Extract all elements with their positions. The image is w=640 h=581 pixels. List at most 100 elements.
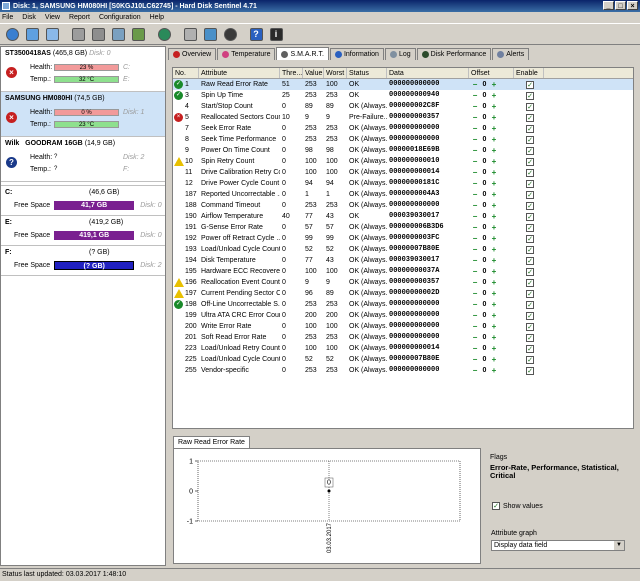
- offset-minus-button[interactable]: −: [471, 91, 479, 100]
- offset-value[interactable]: 0: [480, 211, 489, 222]
- table-row[interactable]: 223 Load/Unload Retry Count 0 100 100 OK (Alw…: [173, 343, 633, 354]
- offset-plus-button[interactable]: +: [490, 278, 498, 287]
- enable-checkbox[interactable]: ✓: [526, 135, 534, 144]
- offset-minus-button[interactable]: −: [471, 256, 479, 265]
- test-button[interactable]: [69, 25, 87, 43]
- volume-c[interactable]: C: (46,6 GB) Free Space 41,7 GB Disk: 0: [1, 186, 165, 216]
- enable-checkbox[interactable]: ✓: [526, 179, 534, 188]
- disk-entry-0[interactable]: ST3500418AS (465,8 GB) Disk: 0 × Health:…: [1, 47, 165, 92]
- offset-value[interactable]: 0: [480, 156, 489, 167]
- info-button[interactable]: i: [267, 25, 285, 43]
- offset-value[interactable]: 0: [480, 90, 489, 101]
- table-row[interactable]: 12 Drive Power Cycle Count 0 94 94 OK (Always…: [173, 178, 633, 189]
- enable-checkbox[interactable]: ✓: [526, 322, 534, 331]
- offset-value[interactable]: 0: [480, 266, 489, 277]
- enable-checkbox[interactable]: ✓: [526, 245, 534, 254]
- table-row[interactable]: 195 Hardware ECC Recovered 0 100 100 OK (Alwa…: [173, 266, 633, 277]
- table-row[interactable]: 9Power On Time Count09898OK (Always...00…: [173, 145, 633, 156]
- table-row[interactable]: 194Disk Temperature07743OK (Always...000…: [173, 255, 633, 266]
- col-attribute[interactable]: Attribute: [199, 68, 280, 78]
- offset-minus-button[interactable]: −: [471, 80, 479, 89]
- offset-value[interactable]: 0: [480, 332, 489, 343]
- help-button[interactable]: ?: [247, 25, 265, 43]
- offset-plus-button[interactable]: +: [490, 322, 498, 331]
- enable-checkbox[interactable]: ✓: [526, 91, 534, 100]
- offset-minus-button[interactable]: −: [471, 146, 479, 155]
- col-threshold[interactable]: Thre...: [280, 68, 303, 78]
- enable-checkbox[interactable]: ✓: [526, 289, 534, 298]
- col-value[interactable]: Value: [303, 68, 324, 78]
- offset-value[interactable]: 0: [480, 365, 489, 376]
- offset-plus-button[interactable]: +: [490, 190, 498, 199]
- offset-plus-button[interactable]: +: [490, 212, 498, 221]
- offset-minus-button[interactable]: −: [471, 124, 479, 133]
- offset-plus-button[interactable]: +: [490, 179, 498, 188]
- offset-value[interactable]: 0: [480, 354, 489, 365]
- tab-information[interactable]: Information: [329, 48, 384, 60]
- enable-checkbox[interactable]: ✓: [526, 311, 534, 320]
- tools-button[interactable]: [89, 25, 107, 43]
- offset-minus-button[interactable]: −: [471, 289, 479, 298]
- table-row[interactable]: 10Spin Retry Count0100100OK (Always...00…: [173, 156, 633, 167]
- offset-plus-button[interactable]: +: [490, 234, 498, 243]
- table-row[interactable]: 4Start/Stop Count08989OK (Always...00000…: [173, 101, 633, 112]
- offset-value[interactable]: 0: [480, 255, 489, 266]
- show-values-checkbox[interactable]: ✓ Show values: [492, 502, 543, 510]
- offset-value[interactable]: 0: [480, 244, 489, 255]
- offset-value[interactable]: 0: [480, 134, 489, 145]
- tab-log[interactable]: Log: [384, 48, 416, 60]
- table-row[interactable]: 188Command Timeout0253253OK (Always...00…: [173, 200, 633, 211]
- col-status[interactable]: Status: [347, 68, 387, 78]
- tab-disk-performance[interactable]: Disk Performance: [416, 48, 492, 60]
- offset-plus-button[interactable]: +: [490, 267, 498, 276]
- table-row[interactable]: 199 Ultra ATA CRC Error Count 0 200 200 OK (A…: [173, 310, 633, 321]
- table-row[interactable]: 193 Load/Unload Cycle Count 0 52 52 OK (Alway…: [173, 244, 633, 255]
- enable-checkbox[interactable]: ✓: [526, 256, 534, 265]
- offset-minus-button[interactable]: −: [471, 311, 479, 320]
- offset-plus-button[interactable]: +: [490, 201, 498, 210]
- offset-value[interactable]: 0: [480, 277, 489, 288]
- offset-minus-button[interactable]: −: [471, 113, 479, 122]
- chevron-down-icon[interactable]: ▼: [614, 541, 624, 550]
- volume-e[interactable]: E: (419,2 GB) Free Space 419,1 GB Disk: 0: [1, 216, 165, 246]
- attribute-graph-select[interactable]: Display data field ▼: [491, 540, 625, 551]
- offset-plus-button[interactable]: +: [490, 157, 498, 166]
- offset-plus-button[interactable]: +: [490, 355, 498, 364]
- table-row[interactable]: 191G-Sense Error Rate05757OK (Always...0…: [173, 222, 633, 233]
- enable-checkbox[interactable]: ✓: [526, 102, 534, 111]
- offset-minus-button[interactable]: −: [471, 201, 479, 210]
- offset-minus-button[interactable]: −: [471, 234, 479, 243]
- offset-minus-button[interactable]: −: [471, 278, 479, 287]
- globe-button[interactable]: [155, 25, 173, 43]
- enable-checkbox[interactable]: ✓: [526, 344, 534, 353]
- tab-temperature[interactable]: Temperature: [217, 48, 276, 60]
- table-row[interactable]: 201 Soft Read Error Rate 0 253 253 OK (Always…: [173, 332, 633, 343]
- table-row[interactable]: × 5 Reallocated Sectors Count 10 9 9 Pre-Failu…: [173, 112, 633, 123]
- offset-plus-button[interactable]: +: [490, 344, 498, 353]
- menu-disk[interactable]: Disk: [22, 14, 36, 21]
- offset-minus-button[interactable]: −: [471, 179, 479, 188]
- menu-report[interactable]: Report: [69, 14, 90, 21]
- offset-value[interactable]: 0: [480, 145, 489, 156]
- offset-minus-button[interactable]: −: [471, 366, 479, 375]
- offset-minus-button[interactable]: −: [471, 102, 479, 111]
- offset-plus-button[interactable]: +: [490, 223, 498, 232]
- offset-minus-button[interactable]: −: [471, 135, 479, 144]
- offset-plus-button[interactable]: +: [490, 91, 498, 100]
- enable-checkbox[interactable]: ✓: [526, 278, 534, 287]
- offset-value[interactable]: 0: [480, 343, 489, 354]
- schedule-button[interactable]: [201, 25, 219, 43]
- offset-plus-button[interactable]: +: [490, 311, 498, 320]
- offset-plus-button[interactable]: +: [490, 333, 498, 342]
- table-row[interactable]: ✓ 1 Raw Read Error Rate 51 253 100 OK 000000000…: [173, 79, 633, 90]
- offset-plus-button[interactable]: +: [490, 366, 498, 375]
- col-worst[interactable]: Worst: [324, 68, 347, 78]
- enable-checkbox[interactable]: ✓: [526, 212, 534, 221]
- enable-checkbox[interactable]: ✓: [526, 201, 534, 210]
- table-row[interactable]: 200Write Error Rate0100100OK (Always...0…: [173, 321, 633, 332]
- disk-entry-1[interactable]: SAMSUNG HM080HI (74,5 GB) × Health: 0 % Di…: [1, 92, 165, 137]
- table-row[interactable]: 197 Current Pending Sector C... 0 96 89 OK (A…: [173, 288, 633, 299]
- table-row[interactable]: 7Seek Error Rate0253253OK (Always...0000…: [173, 123, 633, 134]
- enable-checkbox[interactable]: ✓: [526, 80, 534, 89]
- col-data[interactable]: Data: [387, 68, 469, 78]
